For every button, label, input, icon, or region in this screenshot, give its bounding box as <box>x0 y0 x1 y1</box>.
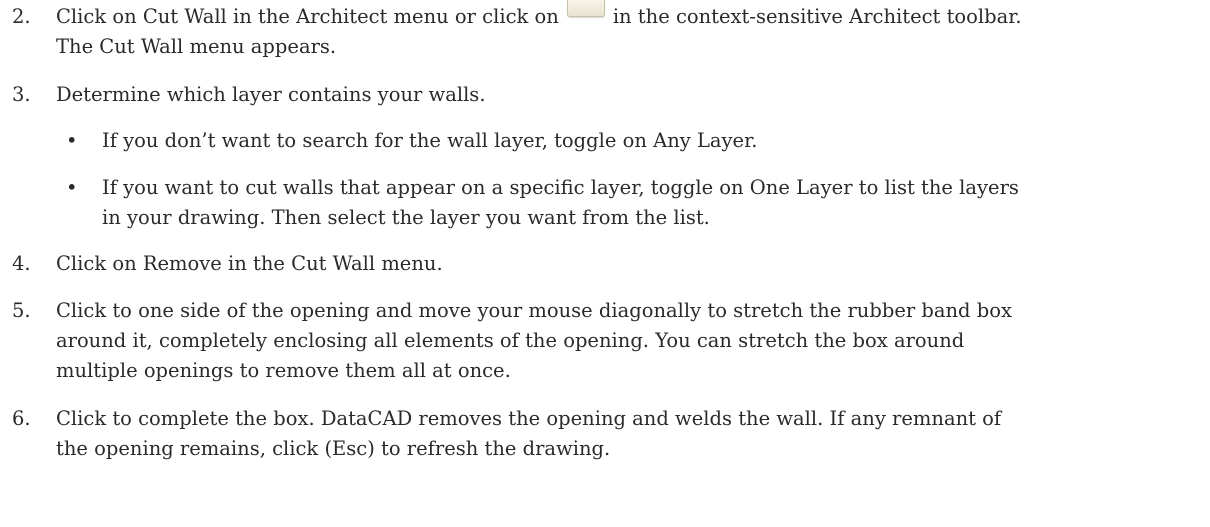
instruction-page: 2. Click on Cut Wall in the Architect me… <box>0 0 1210 527</box>
bullet-line2: in your drawing. Then select the layer y… <box>102 206 710 229</box>
step-2-line2: The Cut Wall menu appears. <box>56 35 337 58</box>
step-text: Click to one side of the opening and mov… <box>56 296 1200 386</box>
step-number: 5. <box>12 299 31 322</box>
step-text: Click to complete the box. DataCAD remov… <box>56 404 1200 464</box>
step-6-line2: the opening remains, click (Esc) to refr… <box>56 437 611 460</box>
step-number: 2. <box>12 5 31 28</box>
step-text: Click on Cut Wall in the Architect menu … <box>56 0 1200 62</box>
step-2-text-before-icon: Click on Cut Wall in the Architect menu … <box>56 5 559 28</box>
bullet-text: If you want to cut walls that appear on … <box>102 173 1200 233</box>
bullet-line1: If you want to cut walls that appear on … <box>102 176 1019 199</box>
step-number: 6. <box>12 407 31 430</box>
step-5-line1: Click to one side of the opening and mov… <box>56 299 1012 322</box>
step-5-line3: multiple openings to remove them all at … <box>56 359 511 382</box>
bullet-symbol: • <box>66 176 78 199</box>
step-2-text-after-icon: in the context-sensitive Architect toolb… <box>612 5 1022 28</box>
step-number: 3. <box>12 83 31 106</box>
step-text: Determine which layer contains your wall… <box>56 83 486 106</box>
cut-wall-toolbar-icon <box>566 0 605 17</box>
step-6-line1: Click to complete the box. DataCAD remov… <box>56 407 1002 430</box>
step-text: Click on Remove in the Cut Wall menu. <box>56 252 443 275</box>
bullet-text: If you don’t want to search for the wall… <box>102 129 758 152</box>
step-number: 4. <box>12 252 31 275</box>
step-5-line2: around it, completely enclosing all elem… <box>56 329 965 352</box>
bullet-symbol: • <box>66 129 78 152</box>
